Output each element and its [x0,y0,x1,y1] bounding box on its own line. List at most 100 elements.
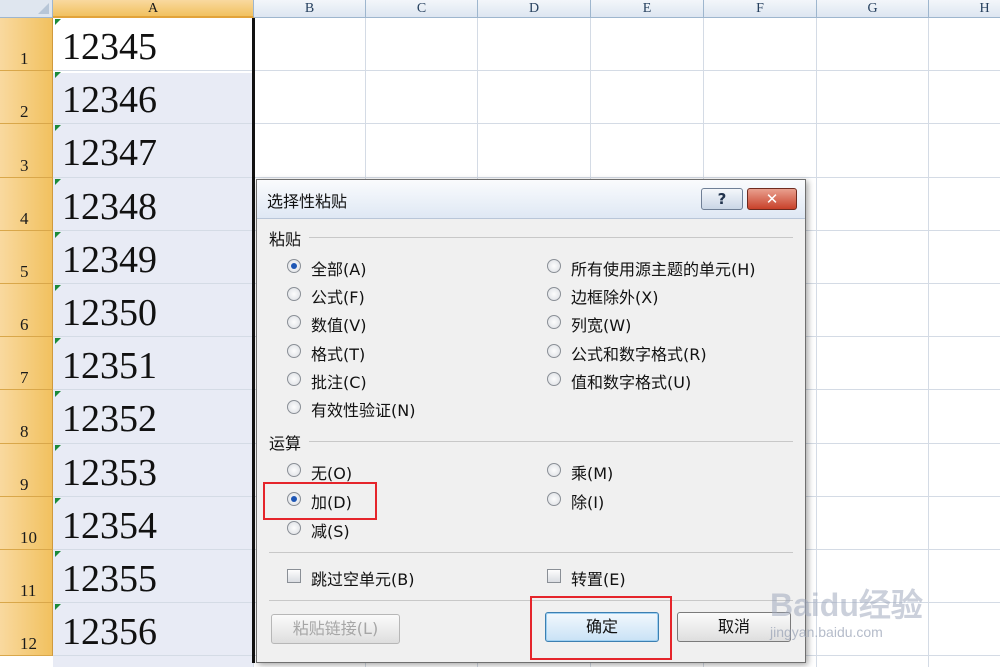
transpose-checkbox[interactable]: 转置(E) [547,566,697,590]
cell-a1[interactable]: 12345 [62,28,157,66]
paste-option-label: 有效性验证(N) [311,401,416,420]
number-as-text-indicator [55,178,61,185]
dialog-title: 选择性粘贴 [267,192,348,211]
cell-a7[interactable]: 12351 [62,347,157,385]
paste-option[interactable]: 批注(C) [287,369,537,393]
radio-button [287,315,301,330]
paste-option[interactable]: 边框除外(X) [547,284,797,308]
paste-option-label: 全部(A) [311,260,367,279]
help-button[interactable]: ? [701,188,743,210]
row-number: 10 [20,527,37,547]
row-number: 2 [20,102,29,122]
operation-option-label: 减(S) [311,522,350,541]
row-number: 6 [20,315,29,335]
number-as-text-indicator [55,444,61,451]
paste-option[interactable]: 公式(F) [287,284,537,308]
row-number: 11 [20,581,37,601]
cell-a6[interactable]: 12350 [62,294,157,332]
cell-a3[interactable]: 12347 [62,134,157,172]
paste-option[interactable]: 有效性验证(N) [287,397,537,421]
skip-blanks-label: 跳过空单元(B) [311,570,415,589]
row-header-3[interactable]: 3 [0,124,53,178]
operation-option[interactable]: 减(S) [287,518,537,542]
operation-group-divider [309,441,793,442]
cell-a8[interactable]: 12352 [62,400,157,438]
select-all-corner[interactable] [0,0,53,18]
row-number: 7 [20,368,29,388]
paste-option[interactable]: 公式和数字格式(R) [547,341,797,365]
operation-option[interactable]: 乘(M) [547,460,797,484]
paste-option[interactable]: 列宽(W) [547,312,797,336]
row-number: 8 [20,421,29,441]
paste-link-button[interactable]: 粘贴链接(L) [271,614,400,644]
column-header-e[interactable]: E [591,0,704,18]
cell-a4[interactable]: 12348 [62,188,157,226]
row-header-10[interactable]: 10 [0,496,53,550]
cell-a10[interactable]: 12354 [62,507,157,545]
row-header-11[interactable]: 11 [0,550,53,604]
paste-option-label: 边框除外(X) [571,288,659,308]
cell-a2[interactable]: 12346 [62,81,157,119]
number-as-text-indicator [55,285,61,291]
radio-button [547,315,561,330]
close-icon: ✕ [765,190,779,208]
row-number: 5 [20,261,29,281]
watermark-logo: Baidu经验 [770,587,923,623]
number-as-text-indicator [55,231,61,238]
operation-option[interactable]: 无(O) [287,460,537,484]
operation-option[interactable]: 除(I) [547,489,797,513]
row-header-4[interactable]: 4 [0,177,53,231]
column-header-c[interactable]: C [366,0,478,18]
row-header-8[interactable]: 8 [0,390,53,444]
radio-button [547,463,561,477]
column-header-g[interactable]: G [817,0,929,18]
paste-option[interactable]: 全部(A) [287,256,537,280]
radio-button [287,287,301,302]
paste-group-divider [309,237,793,238]
cell-a12[interactable]: 12356 [62,613,157,651]
number-as-text-indicator [55,391,61,398]
row-header-7[interactable]: 7 [0,337,53,391]
paste-option-label: 所有使用源主题的单元(H) [571,260,756,279]
row-header-9[interactable]: 9 [0,443,53,497]
row-number: 9 [20,474,29,494]
row-header-1[interactable]: 1 [0,18,53,72]
radio-button [547,371,561,386]
radio-button [287,371,301,386]
dialog-titlebar[interactable]: 选择性粘贴 ? ✕ [257,180,805,219]
row-header-5[interactable]: 5 [0,230,53,284]
paste-option[interactable]: 数值(V) [287,312,537,336]
cell-a11[interactable]: 12355 [62,560,157,598]
row-number: 12 [20,634,37,654]
checkbox-box [287,569,301,583]
row-number: 3 [20,155,29,175]
paste-option[interactable]: 所有使用源主题的单元(H) [547,256,797,280]
column-header-h[interactable]: H [929,0,1000,18]
transpose-label: 转置(E) [571,570,626,589]
cell-a5[interactable]: 12349 [62,241,157,279]
paste-option[interactable]: 值和数字格式(U) [547,369,797,393]
close-button[interactable]: ✕ [747,188,797,210]
paste-option-label: 列宽(W) [571,316,632,336]
help-icon: ? [717,190,727,208]
radio-button [287,259,301,273]
checkbox-divider [269,552,793,553]
operation-option-label: 除(I) [571,493,605,512]
grid-column-line [816,18,817,667]
skip-blanks-checkbox[interactable]: 跳过空单元(B) [287,566,487,590]
paste-group-title: 粘贴 [269,230,302,249]
paste-option[interactable]: 格式(T) [287,341,537,365]
operation-option-label: 无(O) [311,464,353,483]
column-header-a[interactable]: A [53,0,254,18]
row-header-6[interactable]: 6 [0,284,53,338]
column-header-d[interactable]: D [478,0,591,18]
baidu-watermark: Baidu经验 jingyan.baidu.com [770,580,1000,667]
row-header-2[interactable]: 2 [0,71,53,125]
column-header-b[interactable]: B [254,0,366,18]
operation-group-title: 运算 [269,434,302,453]
number-as-text-indicator [55,338,61,345]
column-header-f[interactable]: F [704,0,817,18]
row-header-12[interactable]: 12 [0,603,53,657]
cell-a9[interactable]: 12353 [62,454,157,492]
paste-special-dialog: 选择性粘贴 ? ✕ 粘贴 全部(A) 公式(F) 数值(V) 格式(T) 批注(C) 有效… [256,179,806,663]
